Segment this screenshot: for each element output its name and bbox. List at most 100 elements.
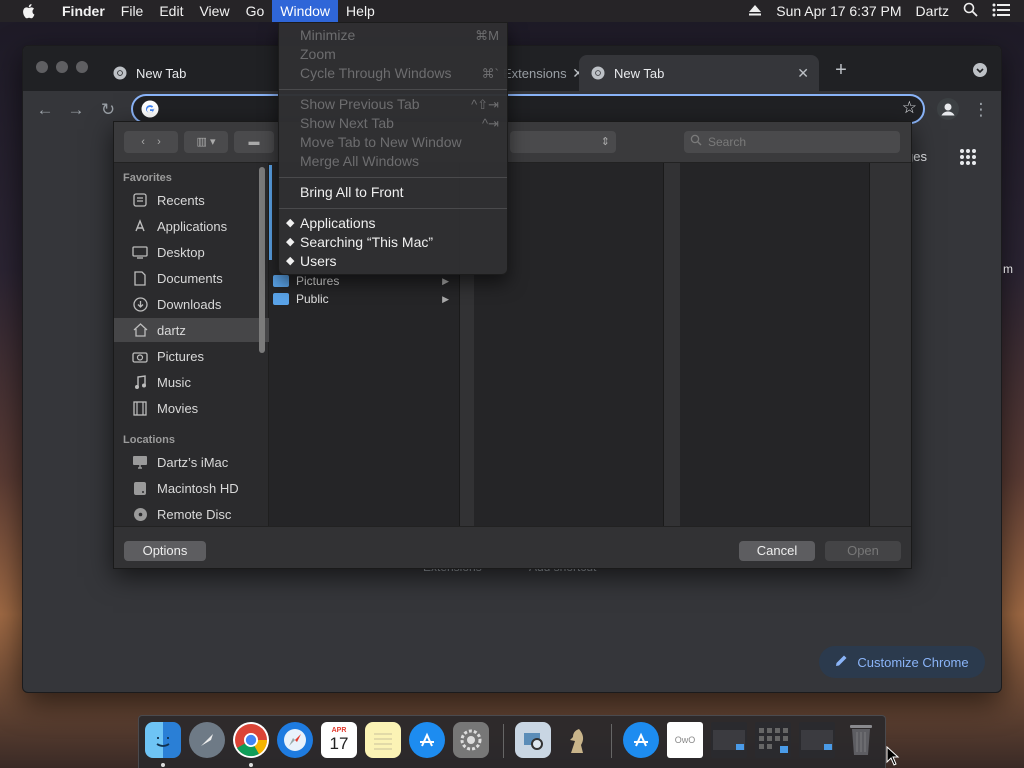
view-mode-button[interactable]: ▥ ▾ bbox=[184, 131, 228, 153]
tab-title: New Tab bbox=[614, 65, 665, 81]
tab-new-tab-1[interactable]: New Tab bbox=[101, 55, 281, 91]
notes-icon[interactable] bbox=[365, 722, 401, 758]
sidebar-item-music[interactable]: Music bbox=[114, 370, 269, 394]
profile-avatar-icon[interactable] bbox=[937, 98, 959, 120]
menu-bar: Finder File Edit View Go Window Help Sun… bbox=[0, 0, 1024, 22]
apps-grid-icon[interactable] bbox=[959, 148, 977, 169]
app-store-icon[interactable] bbox=[409, 722, 445, 758]
menu-go[interactable]: Go bbox=[238, 0, 273, 22]
dock-separator bbox=[503, 724, 504, 758]
launchpad-icon[interactable] bbox=[189, 722, 225, 758]
chrome-favicon-icon bbox=[591, 66, 605, 80]
more-vert-icon[interactable]: ⋮ bbox=[971, 100, 991, 120]
open-button[interactable]: Open bbox=[825, 541, 901, 561]
sidebar-item-remote-disc[interactable]: Remote Disc bbox=[114, 502, 269, 526]
menu-item-minimize[interactable]: Minimize ⌘M bbox=[279, 26, 507, 45]
reload-icon[interactable]: ↻ bbox=[98, 100, 118, 120]
menu-item-bring-all-to-front[interactable]: Bring All to Front bbox=[279, 183, 507, 202]
minimize-window-button[interactable] bbox=[56, 61, 68, 73]
menu-item-zoom[interactable]: Zoom bbox=[279, 45, 507, 64]
bookmark-star-icon[interactable]: ☆ bbox=[902, 98, 917, 118]
owo-label: OwO bbox=[674, 735, 696, 745]
list-item-label: Pictures bbox=[296, 274, 340, 288]
menu-shortcut: ^⇧⇥ bbox=[471, 97, 499, 112]
chrome-icon[interactable] bbox=[233, 722, 269, 758]
back-forward-buttons[interactable]: ‹ › bbox=[124, 131, 178, 153]
sidebar-item-applications[interactable]: Applications bbox=[114, 214, 269, 238]
options-button[interactable]: Options bbox=[124, 541, 206, 561]
cancel-button[interactable]: Cancel bbox=[739, 541, 815, 561]
menu-item-label: Move Tab to New Window bbox=[300, 134, 462, 150]
back-arrow-icon[interactable]: ← bbox=[35, 100, 55, 120]
menu-item-cycle-windows[interactable]: Cycle Through Windows ⌘` bbox=[279, 64, 507, 83]
menu-item-applications[interactable]: ◆ Applications bbox=[279, 214, 507, 233]
sidebar-item-documents[interactable]: Documents bbox=[114, 266, 269, 290]
folder-icon bbox=[273, 293, 289, 305]
window-thumbnail-icon[interactable] bbox=[711, 722, 747, 758]
trash-icon[interactable] bbox=[843, 722, 879, 758]
mouse-cursor-icon bbox=[886, 745, 900, 768]
offscreen-partial-text: m bbox=[1003, 262, 1013, 276]
customize-chrome-button[interactable]: Customize Chrome bbox=[819, 646, 985, 678]
eject-icon[interactable] bbox=[748, 3, 762, 19]
menu-file[interactable]: File bbox=[113, 0, 152, 22]
sidebar-item-downloads[interactable]: Downloads bbox=[114, 292, 269, 316]
sidebar-item-imac[interactable]: Dartz’s iMac bbox=[114, 450, 269, 474]
menu-item-show-previous-tab[interactable]: Show Previous Tab ^⇧⇥ bbox=[279, 95, 507, 114]
owo-app-icon[interactable]: OwO bbox=[667, 722, 703, 758]
preview-icon[interactable] bbox=[515, 722, 551, 758]
dialog-footer: Options Cancel Open bbox=[114, 526, 911, 568]
calendar-day: 17 bbox=[329, 733, 349, 753]
menu-help[interactable]: Help bbox=[338, 0, 383, 22]
new-folder-icon[interactable]: ▬ bbox=[234, 131, 274, 153]
menu-item-show-next-tab[interactable]: Show Next Tab ^⇥ bbox=[279, 114, 507, 133]
safari-icon[interactable] bbox=[277, 722, 313, 758]
menu-window[interactable]: Window bbox=[272, 0, 339, 22]
menu-view[interactable]: View bbox=[191, 0, 237, 22]
close-window-button[interactable] bbox=[36, 61, 48, 73]
notification-center-icon[interactable] bbox=[992, 3, 1010, 20]
menu-item-label: Cycle Through Windows bbox=[300, 65, 452, 81]
sidebar-item-recents[interactable]: Recents bbox=[114, 188, 269, 212]
tab-new-tab-active[interactable]: New Tab ✕ bbox=[579, 55, 819, 91]
chess-icon[interactable] bbox=[559, 722, 595, 758]
menu-edit[interactable]: Edit bbox=[151, 0, 191, 22]
sidebar-item-desktop[interactable]: Desktop bbox=[114, 240, 269, 264]
window-thumbnail-icon[interactable] bbox=[755, 722, 791, 758]
app-store-icon[interactable] bbox=[623, 722, 659, 758]
calendar-icon[interactable]: APR 17 bbox=[321, 722, 357, 758]
spotlight-search-icon[interactable] bbox=[963, 2, 978, 20]
tab-search-icon[interactable] bbox=[973, 63, 987, 77]
zoom-window-button[interactable] bbox=[76, 61, 88, 73]
menu-item-searching-this-mac[interactable]: ◆ Searching “This Mac” bbox=[279, 233, 507, 252]
menu-item-merge-windows[interactable]: Merge All Windows bbox=[279, 152, 507, 171]
menu-shortcut: ^⇥ bbox=[482, 116, 499, 131]
apple-icon[interactable] bbox=[20, 0, 38, 22]
menu-item-label: Minimize bbox=[300, 27, 356, 43]
menu-finder[interactable]: Finder bbox=[54, 0, 113, 22]
close-tab-icon[interactable]: ✕ bbox=[797, 65, 809, 82]
forward-arrow-icon[interactable]: → bbox=[66, 100, 86, 120]
menubar-clock[interactable]: Sun Apr 17 6:37 PM bbox=[776, 3, 901, 19]
sidebar-item-movies[interactable]: Movies bbox=[114, 396, 269, 420]
tab-strip: New Tab Extensions ✕ New Tab ✕ + bbox=[23, 46, 1001, 91]
open-file-dialog: ‹ › ▥ ▾ ▬ ⇕ Search Favorites Recents App… bbox=[113, 121, 912, 569]
system-preferences-icon[interactable] bbox=[453, 722, 489, 758]
sidebar-item-label: Desktop bbox=[157, 244, 205, 260]
sidebar-scrollbar[interactable] bbox=[259, 167, 265, 353]
location-popup[interactable]: ⇕ bbox=[510, 131, 616, 153]
list-item-public[interactable]: Public ▶ bbox=[273, 290, 453, 308]
dialog-search-field[interactable]: Search bbox=[684, 131, 900, 153]
window-thumbnail-icon[interactable] bbox=[799, 722, 835, 758]
menu-shortcut: ⌘M bbox=[475, 28, 499, 43]
sidebar-item-dartz[interactable]: dartz bbox=[114, 318, 269, 342]
menu-item-users[interactable]: ◆ Users bbox=[279, 252, 507, 271]
sidebar-item-macintosh-hd[interactable]: Macintosh HD bbox=[114, 476, 269, 500]
finder-icon[interactable] bbox=[145, 722, 181, 758]
new-tab-plus-icon[interactable]: + bbox=[831, 60, 851, 80]
sidebar-item-pictures[interactable]: Pictures bbox=[114, 344, 269, 368]
omnibox[interactable]: ☆ bbox=[131, 94, 925, 124]
menubar-user[interactable]: Dartz bbox=[916, 3, 949, 19]
omnibox-input[interactable] bbox=[167, 99, 867, 119]
menu-item-move-tab[interactable]: Move Tab to New Window bbox=[279, 133, 507, 152]
